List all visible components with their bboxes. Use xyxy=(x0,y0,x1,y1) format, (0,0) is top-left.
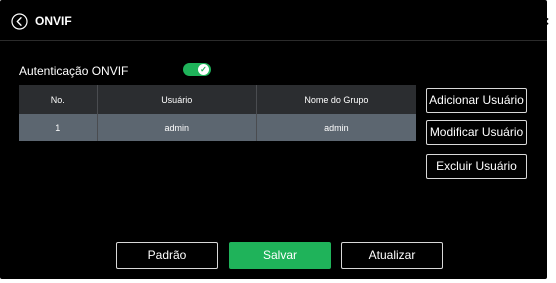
delete-user-button[interactable]: Excluir Usuário xyxy=(426,154,527,179)
page-title: ONVIF xyxy=(35,14,72,28)
onvif-auth-label: Autenticação ONVIF xyxy=(19,64,129,78)
save-button[interactable]: Salvar xyxy=(229,242,331,269)
default-button[interactable]: Padrão xyxy=(116,242,218,269)
cell-no: 1 xyxy=(19,114,98,141)
column-header-user: Usuário xyxy=(97,85,257,114)
header-divider xyxy=(0,40,547,41)
cell-group: admin xyxy=(256,114,416,141)
modify-user-button[interactable]: Modificar Usuário xyxy=(426,120,527,145)
add-user-button[interactable]: Adicionar Usuário xyxy=(426,88,527,113)
window-frame: ONVIF Autenticação ONVIF ✓ No. Usuário N… xyxy=(0,0,556,283)
onvif-panel: ONVIF Autenticação ONVIF ✓ No. Usuário N… xyxy=(0,0,547,279)
check-icon: ✓ xyxy=(198,64,209,75)
close-icon[interactable]: × xyxy=(541,12,549,30)
column-header-group: Nome do Grupo xyxy=(256,85,416,114)
back-icon[interactable] xyxy=(11,13,28,30)
cell-user: admin xyxy=(97,114,257,141)
table-row[interactable]: 1 admin admin xyxy=(19,114,416,141)
column-header-no: No. xyxy=(19,85,98,114)
user-table: No. Usuário Nome do Grupo 1 admin admin xyxy=(19,85,416,141)
onvif-auth-toggle[interactable]: ✓ xyxy=(183,63,211,76)
table-header-row: No. Usuário Nome do Grupo xyxy=(19,85,416,114)
refresh-button[interactable]: Atualizar xyxy=(341,242,443,269)
